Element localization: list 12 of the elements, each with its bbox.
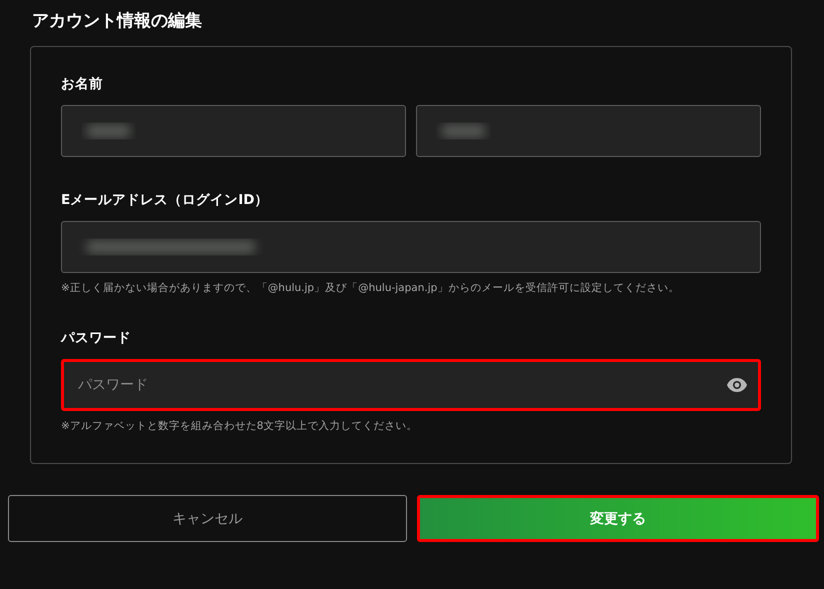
input-field[interactable] [61, 221, 761, 273]
field-label: お名前 [61, 75, 104, 93]
input-field[interactable] [416, 105, 761, 157]
hint-text: ※正しく届かない場合がありますので、「@hulu.jp」及び「@hulu-japan.jp」からのメールを受信許可に設定してください。 [61, 281, 680, 295]
eye-icon[interactable] [727, 378, 747, 392]
input-field[interactable] [61, 105, 406, 157]
field-label: Eメールアドレス（ログインID） [61, 191, 270, 209]
hint-text: ※アルファベットと数字を組み合わせた8文字以上で入力してください。 [61, 419, 418, 433]
cancel-button[interactable]: キャンセル [8, 495, 406, 542]
field-label: パスワード [61, 329, 132, 347]
input-field[interactable]: パスワード [61, 359, 761, 411]
page-title: アカウント情報の編集 [32, 10, 203, 33]
